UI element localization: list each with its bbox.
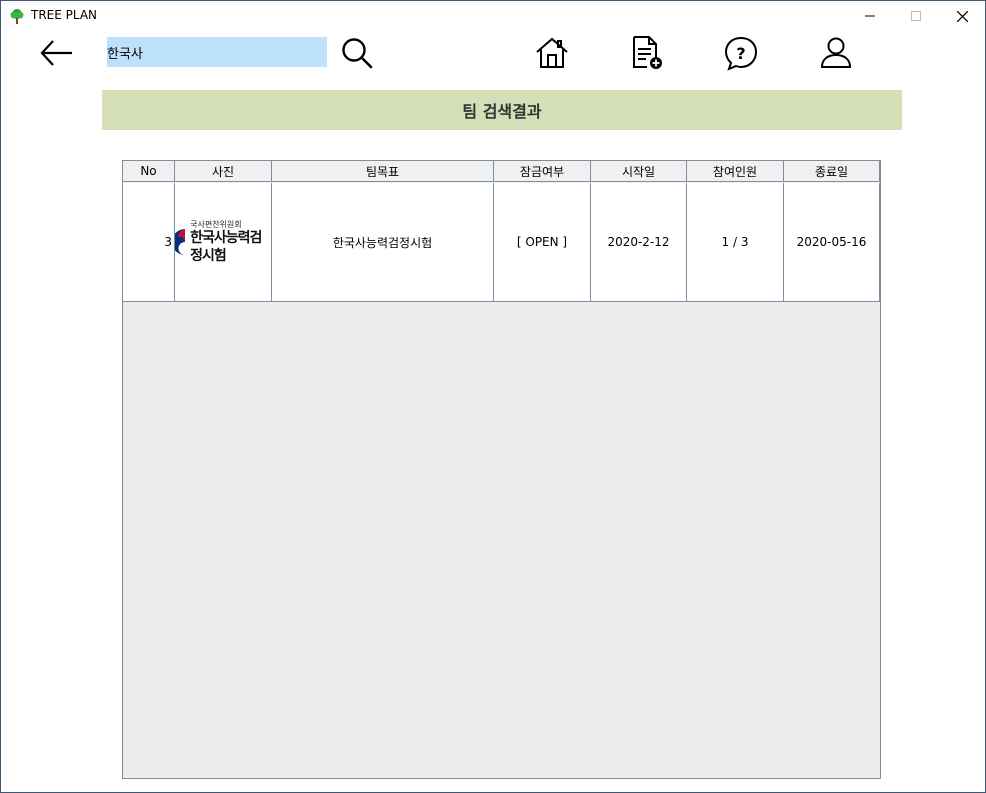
row-goal: 한국사능력검정시험	[272, 183, 494, 302]
column-header-end[interactable]: 종료일	[784, 161, 880, 182]
maximize-button[interactable]	[893, 1, 939, 31]
search-input[interactable]	[107, 37, 327, 67]
table-header: No 사진 팀목표 잠금여부 시작일 참여인원 종료일	[123, 161, 880, 183]
home-icon	[536, 37, 568, 68]
column-header-members[interactable]: 참여인원	[687, 161, 784, 182]
window-title: TREE PLAN	[31, 8, 98, 22]
maximize-icon	[911, 11, 921, 21]
results-table[interactable]: No 사진 팀목표 잠금여부 시작일 참여인원 종료일 3 국사편찬위원회 한국…	[122, 160, 881, 779]
results-banner: 팀 검색결과	[102, 90, 902, 130]
document-add-icon	[633, 36, 662, 69]
close-icon	[956, 10, 968, 22]
help-button[interactable]: ?	[723, 34, 759, 72]
arrow-left-icon	[40, 40, 72, 66]
row-start-date: 2020-2-12	[591, 183, 687, 302]
search-button[interactable]	[339, 35, 375, 71]
minimize-button[interactable]	[847, 1, 893, 31]
close-button[interactable]	[939, 1, 985, 31]
home-button[interactable]	[534, 34, 570, 72]
back-button[interactable]	[39, 36, 75, 70]
tree-icon	[10, 9, 24, 24]
row-photo: 국사편찬위원회 한국사능력검정시험	[175, 183, 272, 302]
team-photo: 국사편찬위원회 한국사능력검정시험	[175, 220, 271, 265]
row-members: 1 / 3	[687, 183, 784, 302]
user-button[interactable]	[818, 34, 854, 72]
title-bar: TREE PLAN	[1, 1, 985, 31]
column-header-goal[interactable]: 팀목표	[272, 161, 494, 182]
column-header-start[interactable]: 시작일	[591, 161, 687, 182]
column-header-lock[interactable]: 잠금여부	[494, 161, 591, 182]
row-end-date: 2020-05-16	[784, 183, 880, 302]
svg-text:?: ?	[736, 44, 745, 63]
column-header-photo[interactable]: 사진	[175, 161, 272, 182]
results-title: 팀 검색결과	[462, 102, 542, 121]
search-icon	[342, 38, 373, 69]
taeguk-logo-icon	[175, 229, 185, 255]
logo-org-text: 국사편찬위원회	[190, 219, 242, 229]
table-row[interactable]: 3 국사편찬위원회 한국사능력검정시험 한국사능력검정시험 [ OPEN ] 2…	[123, 183, 880, 302]
user-icon	[820, 37, 852, 68]
row-lock-status: [ OPEN ]	[494, 183, 591, 302]
question-icon: ?	[724, 36, 758, 71]
minimize-icon	[865, 15, 875, 17]
logo-main-text: 한국사능력검정시험	[190, 229, 262, 264]
column-header-no[interactable]: No	[123, 161, 175, 182]
row-no: 3	[123, 183, 175, 302]
app-window: TREE PLAN 한국사 ? 팀 검색결과 No 사진 팀목표 잠금여부 시작…	[0, 0, 986, 793]
document-add-button[interactable]	[629, 34, 665, 72]
